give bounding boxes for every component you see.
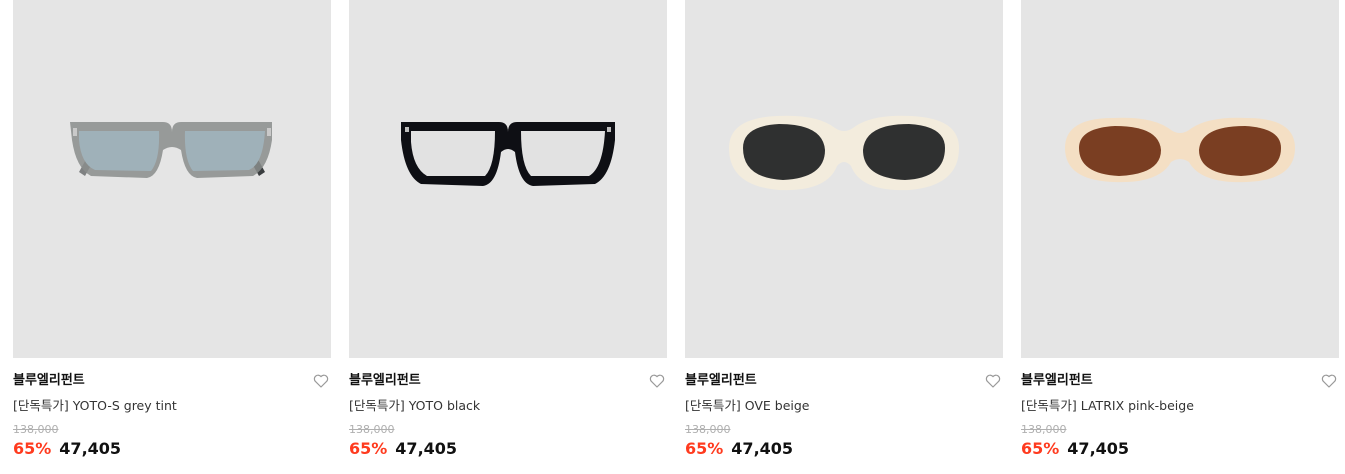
sale-price: 47,405 (731, 439, 794, 458)
product-card[interactable]: 블루엘리펀트 [단독특가] OVE beige 138,000 65% 47,4… (685, 0, 1003, 474)
product-name[interactable]: [단독특가] OVE beige (685, 397, 810, 415)
discount-rate: 65% (1021, 439, 1060, 458)
sale-price: 47,405 (59, 439, 122, 458)
original-price: 138,000 (349, 423, 395, 436)
black-glasses-image (401, 122, 615, 186)
product-image[interactable] (13, 0, 331, 358)
product-card[interactable]: 블루엘리펀트 [단독특가] YOTO black 138,000 65% 47,… (349, 0, 667, 474)
product-image[interactable] (685, 0, 1003, 358)
pink-beige-oval-sunglasses-image (1065, 117, 1295, 183)
heart-outline-icon[interactable] (313, 373, 329, 389)
sale-price: 47,405 (1067, 439, 1130, 458)
product-name[interactable]: [단독특가] YOTO-S grey tint (13, 397, 177, 415)
price-row: 65% 47,405 (349, 438, 457, 460)
product-card[interactable]: 블루엘리펀트 [단독특가] LATRIX pink-beige 138,000 … (1021, 0, 1339, 474)
sale-price: 47,405 (395, 439, 458, 458)
discount-rate: 65% (13, 439, 52, 458)
original-price: 138,000 (13, 423, 59, 436)
discount-rate: 65% (349, 439, 388, 458)
cutoff-text-row (685, 467, 775, 474)
product-name[interactable]: [단독특가] LATRIX pink-beige (1021, 397, 1194, 415)
cutoff-text-row (1021, 467, 1111, 474)
price-row: 65% 47,405 (685, 438, 793, 460)
price-row: 65% 47,405 (13, 438, 121, 460)
original-price: 138,000 (1021, 423, 1067, 436)
original-price: 138,000 (685, 423, 731, 436)
heart-outline-icon[interactable] (985, 373, 1001, 389)
brand-name: 블루엘리펀트 (685, 373, 757, 388)
brand-name: 블루엘리펀트 (349, 373, 421, 388)
cutoff-text-row (13, 467, 103, 474)
heart-outline-icon[interactable] (649, 373, 665, 389)
product-grid: 블루엘리펀트 [단독특가] YOTO-S grey tint 138,000 6… (13, 0, 1339, 474)
product-image[interactable] (1021, 0, 1339, 358)
heart-outline-icon[interactable] (1321, 373, 1337, 389)
discount-rate: 65% (685, 439, 724, 458)
cutoff-text-row (349, 467, 439, 474)
beige-oval-sunglasses-image (729, 115, 959, 191)
product-image[interactable] (349, 0, 667, 358)
product-name[interactable]: [단독특가] YOTO black (349, 397, 480, 415)
brand-name: 블루엘리펀트 (13, 373, 85, 388)
brand-name: 블루엘리펀트 (1021, 373, 1093, 388)
grey-tint-sunglasses-image (70, 122, 272, 178)
price-row: 65% 47,405 (1021, 438, 1129, 460)
product-card[interactable]: 블루엘리펀트 [단독특가] YOTO-S grey tint 138,000 6… (13, 0, 331, 474)
